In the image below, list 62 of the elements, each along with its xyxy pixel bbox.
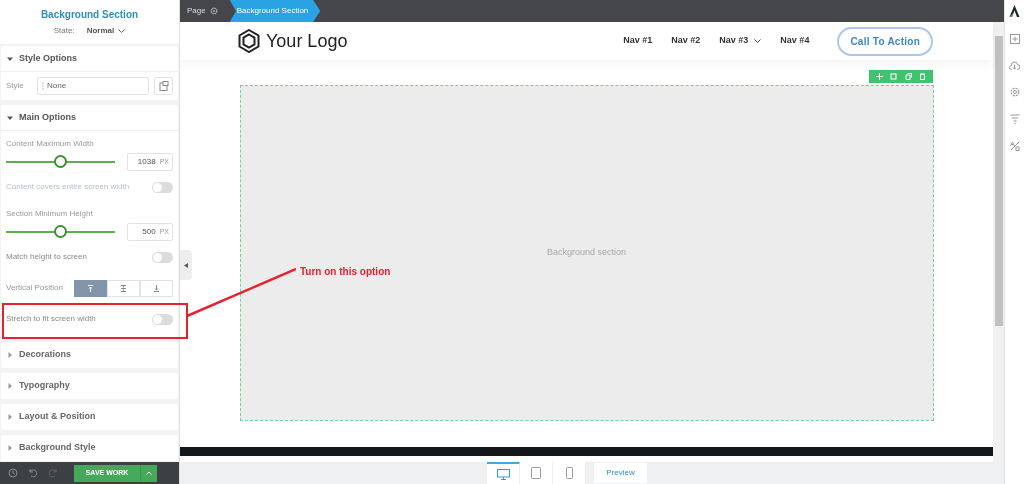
align-middle-icon bbox=[120, 284, 127, 292]
chevron-up-icon bbox=[146, 471, 152, 475]
state-label: State: bbox=[53, 25, 75, 37]
slider-thumb[interactable] bbox=[53, 225, 67, 238]
desktop-icon bbox=[496, 468, 510, 480]
caret-left-icon bbox=[184, 262, 188, 268]
document-icon bbox=[158, 81, 169, 91]
undo-icon[interactable] bbox=[28, 468, 38, 478]
breadcrumb-item[interactable]: Page bbox=[180, 0, 230, 22]
section-header[interactable]: Style Options bbox=[1, 46, 178, 72]
hexagon-logo-icon bbox=[238, 29, 260, 53]
option-label: Content covers entire screen width bbox=[6, 181, 130, 193]
section-header[interactable]: Layout & Position bbox=[1, 404, 178, 430]
logo-text: Your Logo bbox=[266, 29, 348, 53]
style-library-button[interactable] bbox=[154, 77, 173, 95]
section-header[interactable]: Decorations bbox=[1, 342, 178, 368]
chevron-down-icon bbox=[754, 38, 762, 44]
copy-icon[interactable] bbox=[904, 73, 912, 80]
annotation-text: Turn on this option bbox=[300, 265, 391, 279]
history-icon[interactable] bbox=[8, 468, 18, 478]
option-label: Section Minimum Height bbox=[6, 208, 94, 220]
align-top-icon bbox=[87, 284, 94, 292]
style-value: None bbox=[47, 80, 67, 92]
settings-icon bbox=[209, 7, 218, 15]
position-button[interactable] bbox=[74, 279, 107, 297]
toggle-switch[interactable] bbox=[152, 313, 173, 325]
slider-thumb[interactable] bbox=[53, 155, 67, 168]
option-label: Stretch to fit screen width bbox=[6, 313, 96, 325]
tablet-icon bbox=[531, 467, 542, 479]
panel-title: Background Section bbox=[40, 8, 139, 22]
call-to-action-button[interactable]: Call To Action bbox=[837, 26, 933, 56]
phone-icon bbox=[565, 467, 573, 479]
device-button[interactable] bbox=[487, 462, 521, 484]
option-label: Vertical Position bbox=[6, 282, 63, 294]
option-label: Content Maximum Width bbox=[6, 138, 95, 150]
section-header[interactable]: Typography bbox=[1, 373, 178, 399]
field-label: Style bbox=[6, 80, 25, 92]
section-header[interactable]: Main Options bbox=[1, 105, 178, 131]
section-header[interactable]: Background Style bbox=[1, 435, 178, 461]
toggle-switch[interactable] bbox=[152, 251, 173, 263]
chevron-down-icon bbox=[118, 28, 126, 34]
style-field[interactable]: None bbox=[37, 77, 149, 95]
section-placeholder-text: Background section bbox=[546, 246, 627, 260]
collapse-panel-tab[interactable] bbox=[180, 250, 192, 280]
nav-link[interactable]: Nav #1 bbox=[623, 34, 653, 48]
delete-icon[interactable] bbox=[919, 73, 927, 80]
filter-icon[interactable] bbox=[1009, 114, 1020, 124]
nav-link[interactable]: Nav #3 bbox=[719, 34, 762, 48]
preview-button[interactable]: Preview bbox=[594, 463, 647, 483]
save-options-button[interactable] bbox=[140, 464, 157, 482]
settings-icon[interactable] bbox=[1009, 87, 1020, 97]
state-dropdown[interactable]: Normal bbox=[86, 25, 126, 37]
nav-link[interactable]: Nav #4 bbox=[780, 34, 810, 48]
nav-link[interactable]: Nav #2 bbox=[671, 34, 701, 48]
align-bottom-icon bbox=[153, 284, 160, 292]
cloud-download-icon[interactable] bbox=[1009, 61, 1020, 70]
translate-icon[interactable] bbox=[1009, 141, 1020, 151]
add-icon[interactable] bbox=[1009, 34, 1020, 44]
redo-icon[interactable] bbox=[48, 468, 58, 478]
brand-logo-icon bbox=[1009, 5, 1020, 17]
move-icon[interactable] bbox=[875, 73, 883, 80]
option-label: Match height to screen bbox=[6, 251, 87, 263]
